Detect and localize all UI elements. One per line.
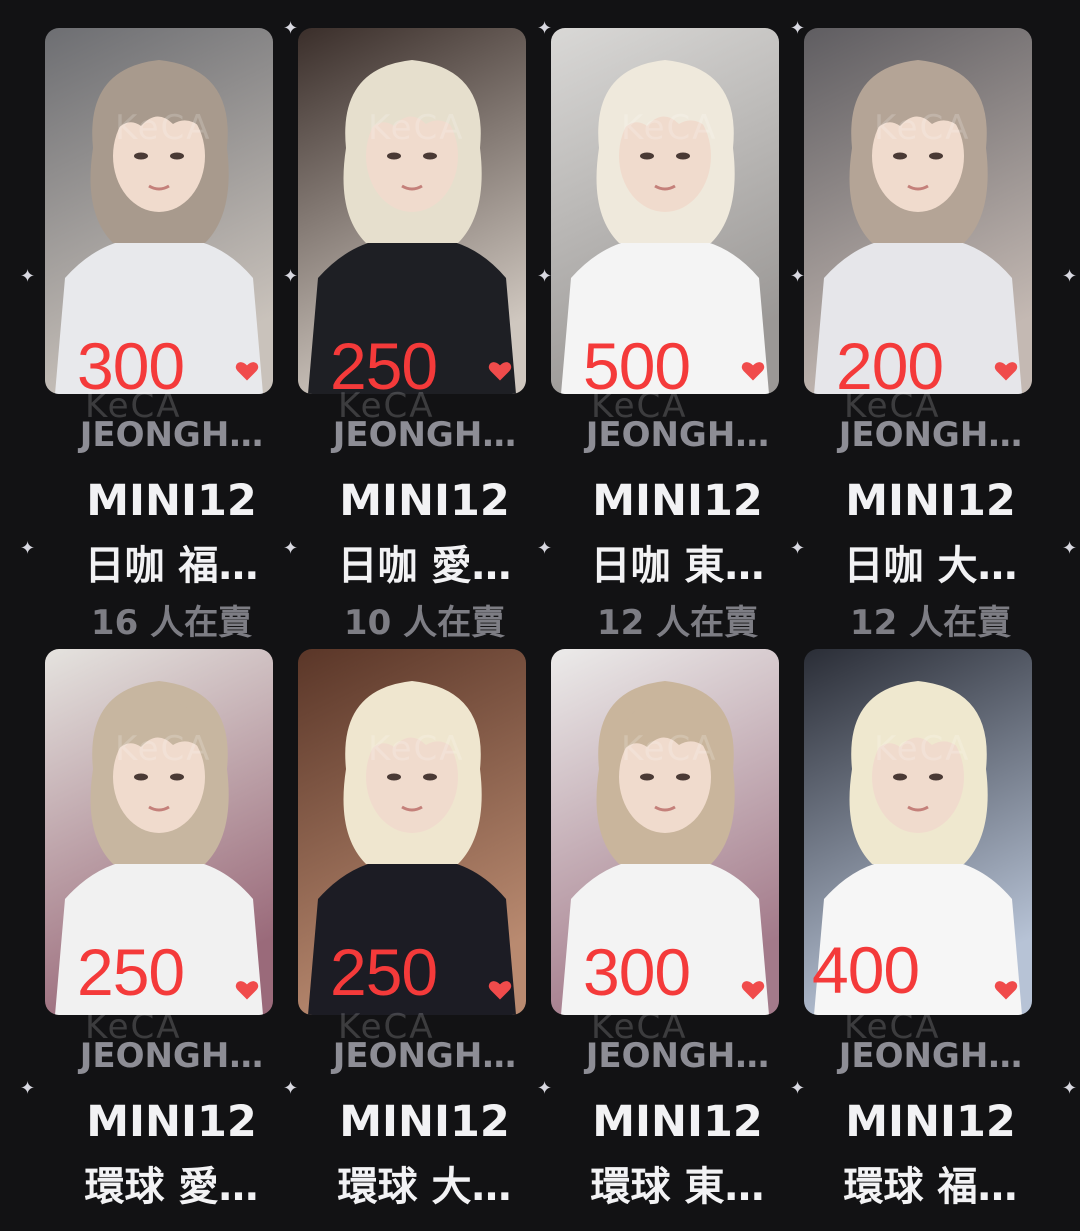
heart-icon[interactable] xyxy=(486,356,514,384)
album-title: MINI12 xyxy=(339,476,510,526)
member-name: JEONGH… xyxy=(838,415,1023,455)
member-name: JEONGH… xyxy=(838,1036,1023,1076)
seller-count: 12 人在賣 xyxy=(596,603,759,643)
member-name: JEONGH… xyxy=(332,415,517,455)
version-title: 環球 福… xyxy=(843,1164,1018,1210)
photocard-image[interactable]: KeCA400 xyxy=(804,649,1032,1015)
heart-icon[interactable] xyxy=(233,356,261,384)
album-title: MINI12 xyxy=(339,1097,510,1147)
price-label: 300 xyxy=(77,329,185,394)
album-title: MINI12 xyxy=(845,1097,1016,1147)
photocard-image[interactable]: KeCA250 xyxy=(45,649,273,1015)
price-label: 500 xyxy=(583,329,691,394)
price-label: 250 xyxy=(330,329,438,394)
member-name: JEONGH… xyxy=(79,1036,264,1076)
heart-icon[interactable] xyxy=(992,356,1020,384)
seller-count: 16 人在賣 xyxy=(90,603,253,643)
price-label: 300 xyxy=(583,935,691,1009)
photocard-image[interactable]: KeCA200 xyxy=(804,28,1032,394)
photocard-image[interactable]: KeCA300 xyxy=(551,649,779,1015)
photocard-grid: KeCA300KeCAJEONGH…MINI12日咖 福…16 人在賣KeCA2… xyxy=(0,0,1080,1231)
member-name: JEONGH… xyxy=(79,415,264,455)
price-label: 250 xyxy=(330,935,438,1009)
heart-icon[interactable] xyxy=(233,975,261,1003)
price-label: 400 xyxy=(812,933,920,1007)
photocard-image[interactable]: KeCA250 xyxy=(298,28,526,394)
seller-count: 12 人在賣 xyxy=(849,603,1012,643)
version-title: 日咖 愛… xyxy=(337,543,512,589)
price-label: 250 xyxy=(77,935,185,1009)
photocard-image[interactable]: KeCA300 xyxy=(45,28,273,394)
member-name: JEONGH… xyxy=(585,415,770,455)
version-title: 環球 東… xyxy=(590,1164,765,1210)
version-title: 日咖 東… xyxy=(590,543,765,589)
heart-icon[interactable] xyxy=(992,975,1020,1003)
photocard-image[interactable]: KeCA250 xyxy=(298,649,526,1015)
member-name: JEONGH… xyxy=(585,1036,770,1076)
album-title: MINI12 xyxy=(86,476,257,526)
price-label: 200 xyxy=(836,329,944,394)
album-title: MINI12 xyxy=(592,1097,763,1147)
album-title: MINI12 xyxy=(86,1097,257,1147)
heart-icon[interactable] xyxy=(739,356,767,384)
version-title: 環球 大… xyxy=(337,1164,512,1210)
member-name: JEONGH… xyxy=(332,1036,517,1076)
photocard-image[interactable]: KeCA500 xyxy=(551,28,779,394)
album-title: MINI12 xyxy=(845,476,1016,526)
heart-icon[interactable] xyxy=(486,975,514,1003)
heart-icon[interactable] xyxy=(739,975,767,1003)
seller-count: 10 人在賣 xyxy=(343,603,506,643)
version-title: 環球 愛… xyxy=(84,1164,259,1210)
album-title: MINI12 xyxy=(592,476,763,526)
version-title: 日咖 福… xyxy=(84,543,259,589)
version-title: 日咖 大… xyxy=(843,543,1018,589)
